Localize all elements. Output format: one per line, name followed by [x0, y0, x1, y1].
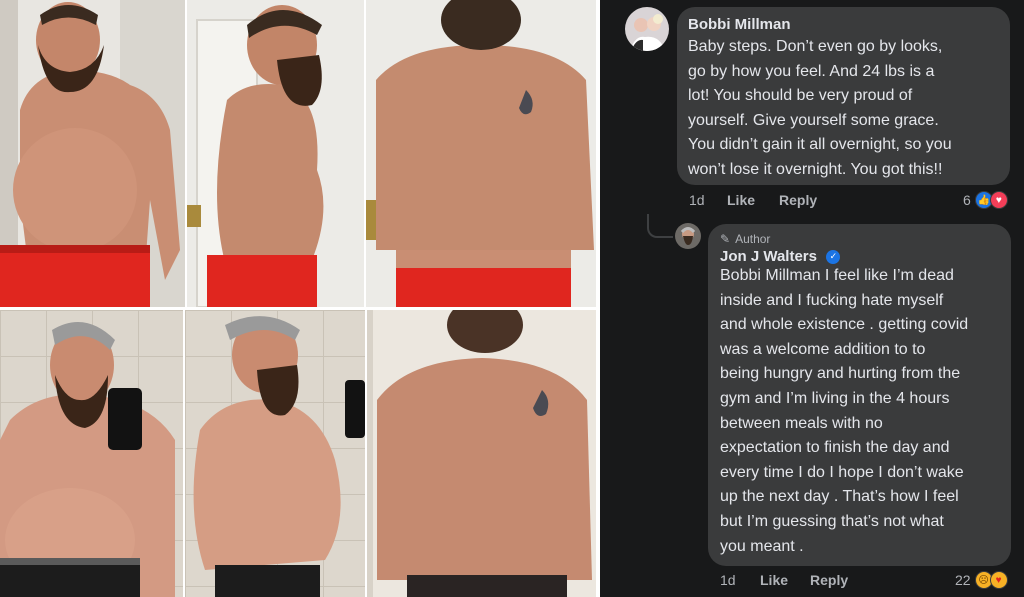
comment-text-line: yourself. Give yourself some grace. — [688, 111, 939, 129]
comment-actions: 1d Like Reply — [720, 572, 848, 588]
verified-badge-icon: ✓ — [826, 249, 841, 264]
comment-author-name[interactable]: Bobbi Millman — [688, 16, 791, 33]
photo-after-front[interactable] — [0, 310, 183, 597]
reply-button[interactable]: Reply — [779, 192, 817, 208]
photo-before-back[interactable] — [366, 0, 596, 307]
reaction-summary[interactable]: 6 👍 ♥ — [963, 191, 1008, 209]
reply-button[interactable]: Reply — [810, 572, 848, 588]
comment-text-line: you meant . — [720, 537, 804, 555]
comment-text-line: won’t lose it overnight. You got this!! — [688, 160, 943, 178]
comment-text-line: expectation to finish the day and — [720, 439, 950, 457]
pencil-icon: ✎ — [720, 232, 731, 246]
like-button[interactable]: Like — [760, 572, 810, 588]
photo-after-side[interactable] — [185, 310, 365, 597]
comment-text-line: but I’m guessing that’s not what — [720, 512, 944, 530]
comment-text-line: every time I do I hope I don’t wake — [720, 463, 964, 481]
reaction-count: 22 — [955, 572, 971, 588]
like-button[interactable]: Like — [727, 192, 779, 208]
bobbi-avatar[interactable] — [625, 7, 669, 51]
comment-text-line: lot! You should be very proud of — [688, 87, 913, 105]
reaction-summary[interactable]: 22 ☹ ♥ — [955, 571, 1008, 589]
comment-text-line: You didn’t gain it all overnight, so you — [688, 136, 952, 154]
comment-text-line: between meals with no — [720, 414, 883, 432]
comment-timestamp[interactable]: 1d — [720, 572, 760, 588]
thread-connector — [647, 214, 673, 238]
comment-actions: 1d Like Reply — [689, 192, 817, 208]
photo-before-side[interactable] — [187, 0, 364, 307]
care-reaction-icon: ♥ — [989, 571, 1008, 589]
photo-before-front[interactable] — [0, 0, 185, 307]
comment-text-line: being hungry and hurting from the — [720, 365, 961, 383]
author-badge: ✎ Author — [720, 232, 770, 246]
comment-bubble-jon: ✎ Author Jon J Walters ✓ Bobbi Millman I… — [708, 224, 1011, 566]
author-badge-label: Author — [735, 232, 771, 246]
reaction-count: 6 — [963, 192, 971, 208]
jon-avatar[interactable] — [675, 223, 701, 249]
photo-collage — [0, 0, 600, 597]
photo-after-back[interactable] — [367, 310, 596, 597]
comment-timestamp[interactable]: 1d — [689, 192, 727, 208]
comment-author-name[interactable]: Jon J Walters — [720, 248, 817, 265]
comment-text-line: gym and I’m living in the 4 hours — [720, 389, 950, 407]
comments-panel: Bobbi Millman Baby steps. Don’t even go … — [600, 0, 1024, 597]
comment-bubble-bobbi: Bobbi Millman Baby steps. Don’t even go … — [677, 7, 1010, 185]
comment-text-line: Baby steps. Don’t even go by looks, — [688, 38, 943, 55]
comment-text-line: and whole existence . getting covid — [720, 316, 969, 334]
comment-text-line: up the next day . That’s how I feel — [720, 488, 959, 506]
comment-text-line: was a welcome addition to to — [720, 340, 926, 358]
comment-text-line: go by how you feel. And 24 lbs is a — [688, 62, 935, 80]
comment-text-line: Bobbi Millman I feel like I’m dead — [720, 267, 954, 284]
comment-text-line: inside and I fucking hate myself — [720, 291, 944, 309]
love-reaction-icon: ♥ — [989, 191, 1008, 209]
